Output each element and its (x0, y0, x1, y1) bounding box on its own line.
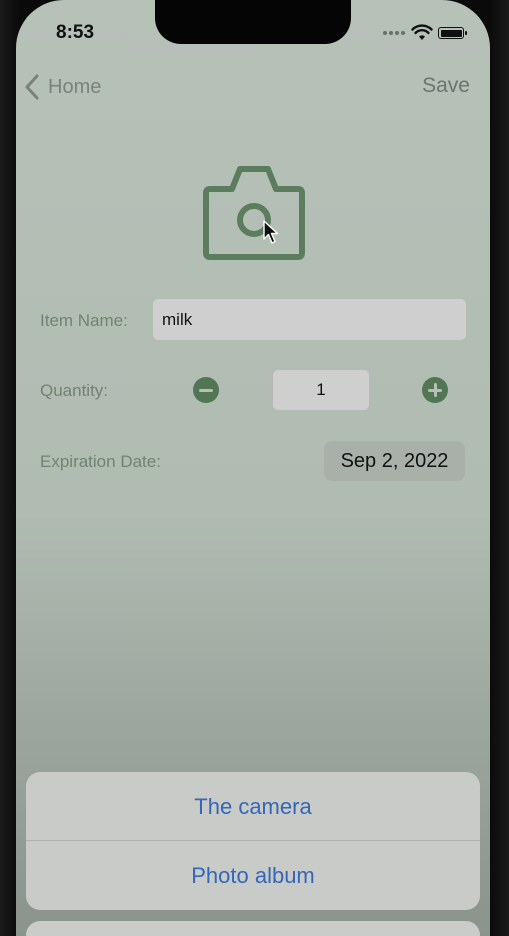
decrement-button[interactable] (193, 377, 219, 403)
quantity-field[interactable]: 1 (273, 370, 369, 410)
increment-button[interactable] (422, 377, 448, 403)
back-button[interactable]: Home (24, 72, 101, 102)
expiration-date-label: Expiration Date: (40, 452, 161, 471)
photo-source-action-sheet: The camera Photo album (26, 772, 480, 910)
cursor-pointer-icon (263, 220, 279, 244)
wifi-icon (411, 24, 433, 40)
status-time: 8:53 (56, 22, 95, 43)
chevron-left-icon (25, 74, 39, 100)
save-button[interactable]: Save (422, 74, 470, 98)
camera-option[interactable]: The camera (26, 772, 480, 841)
app-screen: 8:53 Home Save Item Name: Quantity: 1 (16, 0, 490, 936)
cancel-sheet-button[interactable] (26, 921, 480, 936)
camera-icon[interactable] (202, 163, 306, 261)
cellular-signal-icon (383, 31, 405, 35)
quantity-label: Quantity: (40, 381, 109, 400)
back-button-label: Home (48, 75, 102, 98)
expiration-date-picker[interactable]: Sep 2, 2022 (324, 441, 465, 481)
item-name-label: Item Name: (40, 311, 128, 330)
notch (155, 0, 351, 44)
battery-icon (438, 27, 467, 39)
photo-album-option[interactable]: Photo album (26, 841, 480, 910)
status-icons (383, 24, 471, 44)
minus-icon (199, 388, 213, 392)
item-name-input[interactable] (153, 299, 466, 340)
